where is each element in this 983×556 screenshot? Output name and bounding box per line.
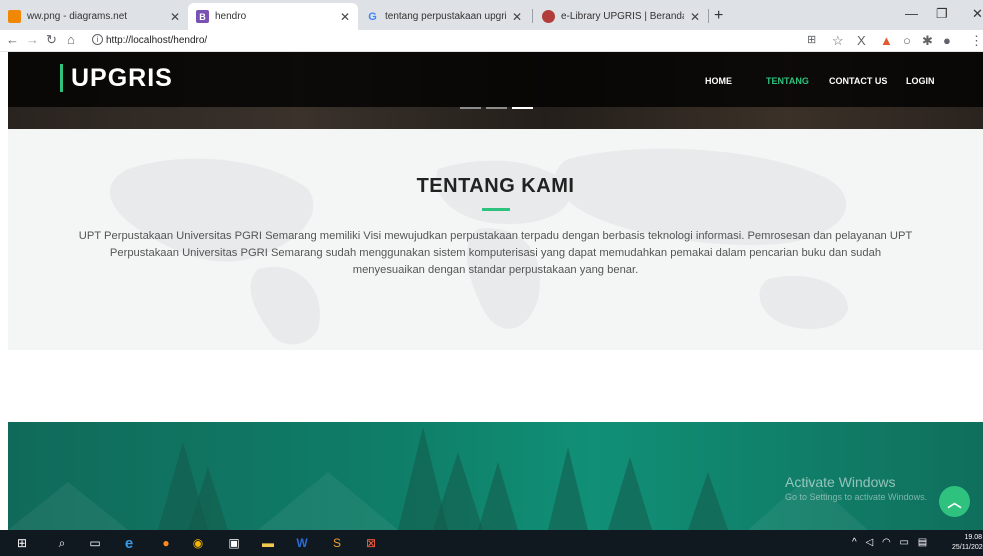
extension-badge-icon[interactable]: ▲ bbox=[880, 33, 893, 48]
tab-google-search[interactable]: G tentang perpustakaan upgris - G ✕ bbox=[358, 3, 530, 30]
about-paragraph: UPT Perpustakaan Universitas PGRI Semara… bbox=[78, 230, 913, 276]
tab-divider bbox=[708, 9, 709, 23]
sublime-icon[interactable]: S bbox=[329, 535, 345, 551]
hero-banner: UPGRIS HOME TENTANG CONTACT US LOGIN bbox=[8, 52, 983, 129]
home-icon[interactable]: ⌂ bbox=[67, 32, 75, 47]
system-tray: ^ ◁ ◠ ▭ ▤ bbox=[852, 537, 927, 548]
star-icon[interactable]: ☆ bbox=[832, 33, 844, 49]
web-page: UPGRIS HOME TENTANG CONTACT US LOGIN TEN… bbox=[8, 52, 983, 530]
speaker-icon[interactable]: ◁ bbox=[865, 537, 873, 548]
minimize-icon[interactable]: — bbox=[905, 6, 918, 21]
section-title: TENTANG KAMI bbox=[416, 175, 575, 197]
tab-title: hendro bbox=[215, 11, 247, 22]
xampp-icon[interactable]: ⊠ bbox=[363, 535, 379, 551]
chevron-up-icon[interactable]: ^ bbox=[852, 537, 857, 548]
store-icon[interactable]: ▣ bbox=[226, 535, 242, 551]
slider-dot-active[interactable] bbox=[512, 107, 533, 109]
menu-tentang[interactable]: TENTANG bbox=[766, 76, 809, 86]
blank-section bbox=[8, 350, 983, 422]
profile-icon[interactable]: ● bbox=[943, 33, 951, 48]
taskbar-clock[interactable]: 19.08 25/11/2020 bbox=[952, 533, 983, 553]
forward-icon[interactable]: → bbox=[26, 32, 39, 47]
shield-icon bbox=[542, 10, 555, 23]
close-icon[interactable]: ✕ bbox=[512, 10, 522, 24]
x-extension-icon[interactable]: X bbox=[857, 33, 866, 48]
menu-login[interactable]: LOGIN bbox=[906, 76, 935, 86]
tab-title: e-Library UPGRIS | Beranda bbox=[561, 11, 684, 22]
translate-icon[interactable]: ⊞ bbox=[807, 33, 816, 46]
tab-title: ww.png - diagrams.net bbox=[27, 11, 128, 22]
menu-icon[interactable]: ⋮ bbox=[970, 33, 983, 49]
activate-windows-title: Activate Windows bbox=[785, 474, 896, 490]
menu-home[interactable]: HOME bbox=[705, 76, 732, 86]
clock-date: 25/11/2020 bbox=[952, 544, 983, 551]
slider-dot[interactable] bbox=[460, 107, 481, 109]
windows-taskbar: ⊞ ⌕ ▭ e ● ◉ ▣ ▬ W S ⊠ ^ ◁ ◠ ▭ ▤ 19.08 25… bbox=[0, 530, 983, 556]
slider-indicators bbox=[460, 107, 533, 109]
reload-icon[interactable]: ↻ bbox=[46, 32, 57, 48]
menu-contact-us[interactable]: CONTACT US bbox=[829, 76, 887, 86]
browser-tab-strip: ww.png - diagrams.net ✕ B hendro ✕ G ten… bbox=[0, 0, 983, 30]
url-input[interactable]: http://localhost/hendro/ bbox=[106, 35, 207, 46]
windows-start-icon[interactable]: ⊞ bbox=[14, 535, 30, 551]
tab-divider bbox=[532, 9, 533, 23]
firefox-icon[interactable]: ● bbox=[158, 535, 174, 551]
tab-hendro[interactable]: B hendro ✕ bbox=[188, 3, 358, 30]
clock-time: 19.08 bbox=[964, 534, 982, 541]
close-icon[interactable]: ✕ bbox=[340, 10, 350, 24]
site-logo[interactable]: UPGRIS bbox=[60, 64, 173, 92]
scroll-to-top-button[interactable]: ︿ bbox=[939, 486, 970, 517]
tab-title: tentang perpustakaan upgris - G bbox=[385, 11, 506, 22]
notification-icon[interactable]: ▤ bbox=[918, 537, 927, 548]
footer-forest-banner: Activate Windows Go to Settings to activ… bbox=[8, 422, 983, 530]
puzzle-icon[interactable]: ✱ bbox=[922, 33, 933, 49]
close-icon[interactable]: ✕ bbox=[170, 10, 180, 24]
chrome-icon[interactable]: ◉ bbox=[190, 535, 206, 551]
circle-extension-icon[interactable]: ○ bbox=[903, 33, 911, 48]
search-icon[interactable]: ⌕ bbox=[54, 535, 70, 551]
file-explorer-icon[interactable]: ▬ bbox=[260, 535, 276, 551]
about-section: TENTANG KAMI UPT Perpustakaan Universita… bbox=[8, 129, 983, 350]
slider-dot[interactable] bbox=[486, 107, 507, 109]
bootstrap-icon: B bbox=[196, 10, 209, 23]
tab-diagrams[interactable]: ww.png - diagrams.net ✕ bbox=[0, 3, 188, 30]
word-icon[interactable]: W bbox=[294, 535, 310, 551]
address-bar: ← → ↻ ⌂ i http://localhost/hendro/ ⊞ ☆ X… bbox=[0, 30, 983, 52]
edge-icon[interactable]: e bbox=[121, 535, 137, 552]
close-window-icon[interactable]: ✕ bbox=[972, 6, 983, 22]
restore-icon[interactable]: ❐ bbox=[936, 6, 948, 22]
task-view-icon[interactable]: ▭ bbox=[87, 535, 103, 551]
close-icon[interactable]: ✕ bbox=[690, 10, 700, 24]
title-underline bbox=[482, 208, 510, 211]
tab-elibrary[interactable]: e-Library UPGRIS | Beranda ✕ bbox=[534, 3, 708, 30]
info-icon[interactable]: i bbox=[92, 34, 103, 45]
drawio-icon bbox=[8, 10, 21, 23]
google-icon: G bbox=[368, 10, 377, 23]
new-tab-button[interactable]: + bbox=[714, 7, 723, 25]
back-icon[interactable]: ← bbox=[6, 32, 19, 47]
activate-windows-subtitle: Go to Settings to activate Windows. bbox=[785, 492, 928, 502]
battery-icon[interactable]: ▭ bbox=[899, 537, 908, 548]
wifi-icon[interactable]: ◠ bbox=[882, 537, 891, 548]
